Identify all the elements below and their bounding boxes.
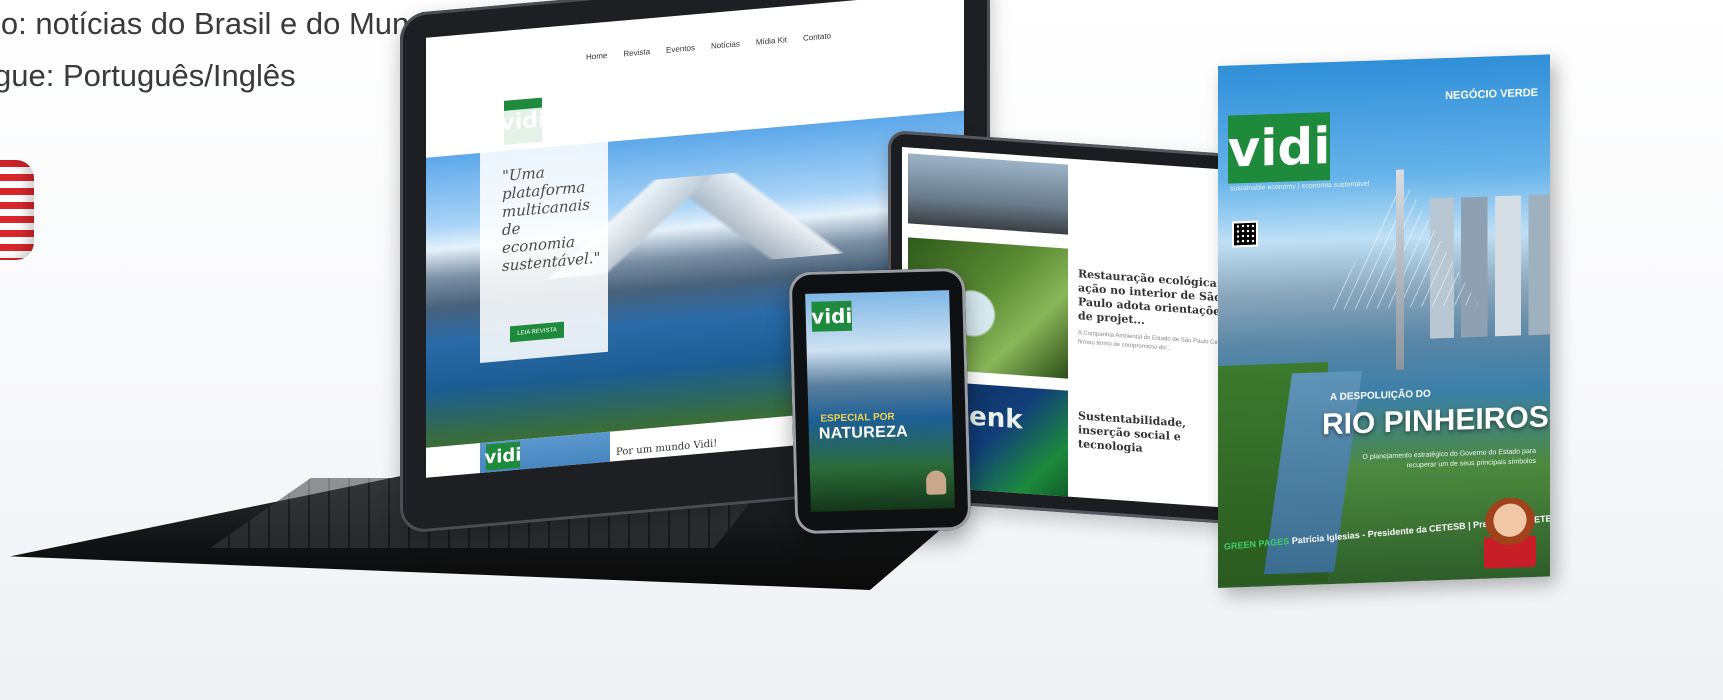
article-body: [1078, 165, 1238, 246]
mag-kicker: A DESPOLUIÇÃO DO: [1330, 388, 1431, 404]
flag-icon: [0, 160, 34, 260]
lower-logo: vidi: [485, 441, 521, 471]
phone-kicker: ESPECIAL POR: [820, 411, 895, 425]
nav-eventos[interactable]: Eventos: [666, 43, 695, 55]
article-image: [908, 153, 1068, 235]
nav-noticias[interactable]: Notícias: [711, 39, 740, 51]
nav-revista[interactable]: Revista: [623, 47, 650, 58]
article-body: Restauração ecológica: ação no interior …: [1078, 249, 1238, 390]
article-title: Sustentabilidade, inserção social e tecn…: [1078, 409, 1186, 455]
cover-person: [1484, 496, 1536, 569]
article-title: [1078, 183, 1238, 194]
phone: vidi ESPECIAL POR NATUREZA: [788, 267, 972, 535]
caption-line-1: io: notícias do Brasil e do Mundo: [0, 6, 444, 41]
mag-title: RIO PINHEIROS: [1322, 400, 1549, 442]
caption-line-2: gue: Português/Inglês: [0, 58, 296, 93]
qr-code-icon: [1232, 220, 1258, 248]
article-text: A Companhia Ambiental do Estado de São P…: [1078, 330, 1230, 352]
mag-tag: NEGÓCIO VERDE: [1445, 86, 1538, 103]
article-card[interactable]: [908, 153, 1238, 246]
nav-contato[interactable]: Contato: [803, 31, 831, 42]
hero-quote: "Uma plataforma multicanais de economia …: [502, 163, 601, 276]
avatar: [925, 470, 947, 495]
phone-title: NATUREZA: [818, 423, 909, 443]
site-nav: Home Revista Eventos Notícias Mídia Kit …: [426, 1, 964, 94]
phone-screen: vidi ESPECIAL POR NATUREZA: [805, 290, 955, 512]
phone-logo: vidi: [811, 300, 853, 332]
mag-pylon: [1396, 169, 1404, 370]
mag-desc: O planejamento estratégico do Governo do…: [1362, 447, 1536, 470]
nav-home[interactable]: Home: [586, 50, 607, 61]
article-body: Sustentabilidade, inserção social e tecn…: [1078, 391, 1238, 509]
nav-midia-kit[interactable]: Mídia Kit: [756, 35, 787, 47]
magazine-cover: vidi sustainable economy | economia sust…: [1218, 54, 1550, 588]
lower-text: Desde um universo de pessoas que, neste …: [616, 456, 755, 478]
mag-logo: vidi: [1228, 112, 1330, 184]
article-title: Restauração ecológica: ação no interior …: [1078, 267, 1227, 327]
lower-heading: Por um mundo Vidi!: [616, 438, 718, 459]
